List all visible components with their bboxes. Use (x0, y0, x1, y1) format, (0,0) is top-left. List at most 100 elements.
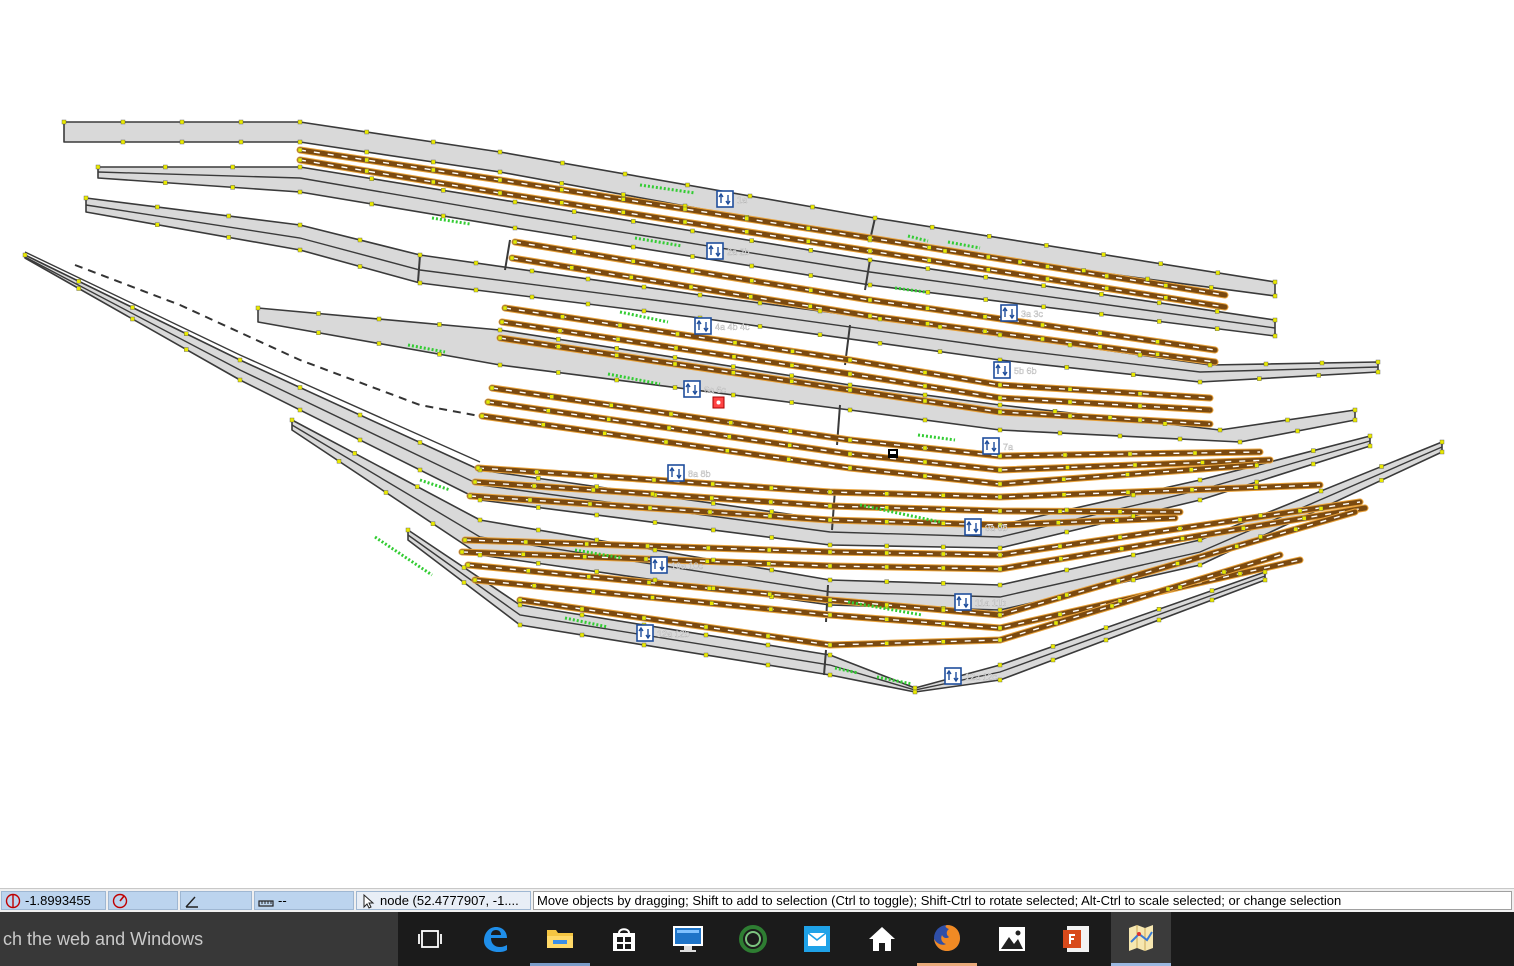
lenovo-button[interactable] (658, 912, 718, 966)
node-137 (1107, 415, 1113, 420)
node-277 (364, 157, 369, 163)
node-491 (997, 625, 1003, 631)
node-120 (297, 247, 303, 253)
node-370 (922, 445, 928, 451)
node-250 (579, 612, 585, 618)
edge-button[interactable] (465, 912, 525, 966)
mail-button[interactable] (787, 912, 847, 966)
store-button[interactable] (594, 912, 654, 966)
platform-ref-icon[interactable]: 1a (716, 190, 747, 208)
firefox-button[interactable] (917, 912, 977, 966)
node-500 (765, 633, 771, 639)
node-475 (941, 607, 946, 613)
platform-ref-icon[interactable]: 3a 3c (1000, 304, 1044, 322)
node-399 (475, 465, 481, 471)
node-41 (95, 164, 101, 170)
node-111 (817, 332, 823, 337)
node-498 (641, 615, 647, 621)
node-46 (441, 188, 446, 193)
node-325 (925, 321, 930, 326)
node-1 (61, 119, 67, 125)
node-450 (1237, 517, 1243, 522)
compass-icon (112, 893, 128, 909)
node-64 (1099, 311, 1104, 317)
node-318 (509, 255, 515, 261)
store-icon (613, 928, 635, 951)
node-73 (571, 235, 577, 240)
node-387 (479, 413, 485, 419)
node-210 (477, 517, 483, 523)
node-338 (997, 382, 1003, 388)
railway-map[interactable]: 1a 2a 2b 3a 3c 4a 4b 4c 5b 6b 6a 6c 7a 8a 8b 9a … (0, 0, 1514, 888)
node-496 (517, 597, 523, 603)
node-285 (867, 235, 873, 241)
node-501 (827, 642, 833, 648)
node-249 (517, 602, 523, 608)
node-366 (668, 411, 674, 417)
platform-ref-icon[interactable]: 7a (982, 437, 1013, 455)
node-335 (790, 349, 795, 354)
node-342 (557, 328, 563, 333)
node-259 (1156, 607, 1162, 612)
node-287 (986, 254, 991, 260)
node-126 (437, 322, 442, 327)
node-357 (789, 379, 794, 384)
node-48 (571, 209, 577, 214)
platform-ref-label: 12a 12c (965, 672, 998, 682)
node-263 (1209, 597, 1215, 603)
node-125 (376, 316, 382, 322)
node-418 (768, 499, 774, 505)
node-410 (1125, 490, 1131, 495)
node-409 (1061, 492, 1067, 497)
node-303 (1045, 276, 1050, 282)
node-416 (650, 491, 655, 497)
node-148 (997, 427, 1003, 433)
map-canvas[interactable]: 1a 2a 2b 3a 3c 4a 4b 4c 5b 6b 6a 6c 7a 8a 8b 9a … (0, 0, 1514, 888)
node-22 (1272, 293, 1278, 299)
node-257 (1050, 644, 1056, 649)
node-163 (184, 331, 189, 336)
node-32 (621, 192, 626, 197)
node-55 (983, 274, 988, 280)
node-443 (827, 549, 833, 555)
home-button[interactable] (852, 912, 912, 966)
node-295 (559, 200, 564, 205)
josm-button[interactable] (1111, 912, 1171, 966)
node-485 (650, 595, 655, 600)
node-435 (1056, 520, 1061, 525)
task-view-button[interactable] (400, 912, 460, 966)
node-195 (711, 527, 716, 533)
node-208 (352, 451, 357, 456)
node-246 (336, 459, 342, 464)
node-359 (922, 398, 928, 404)
node-252 (703, 632, 709, 638)
node-449 (1177, 526, 1183, 531)
node-322 (748, 294, 753, 299)
node-95 (997, 332, 1003, 338)
node-68 (867, 282, 873, 288)
node-185 (1311, 461, 1316, 467)
edge-icon (484, 927, 507, 952)
node-147 (1057, 430, 1063, 436)
node-57 (1099, 292, 1104, 297)
photos-button[interactable] (982, 912, 1042, 966)
node-381 (847, 451, 853, 457)
node-290 (1163, 283, 1169, 288)
presentation-button[interactable] (1046, 912, 1106, 966)
node-337 (922, 370, 928, 375)
node-483 (531, 583, 537, 589)
cortana-search-box[interactable]: ch the web and Windows (0, 912, 398, 966)
node-221 (1131, 552, 1136, 558)
green-app-button[interactable] (723, 912, 783, 966)
node-477 (1056, 595, 1062, 601)
node-380 (787, 443, 792, 448)
file-explorer-button[interactable] (530, 912, 590, 966)
node-2 (120, 119, 126, 125)
node-138 (1162, 421, 1168, 426)
platform-ref-icon[interactable]: 5b 6b (993, 361, 1037, 379)
node-40 (120, 139, 126, 145)
platform-ref-icon[interactable]: 8a 8b (667, 464, 711, 482)
node-166 (357, 412, 363, 418)
node-471 (707, 586, 712, 591)
node-355 (672, 361, 678, 367)
